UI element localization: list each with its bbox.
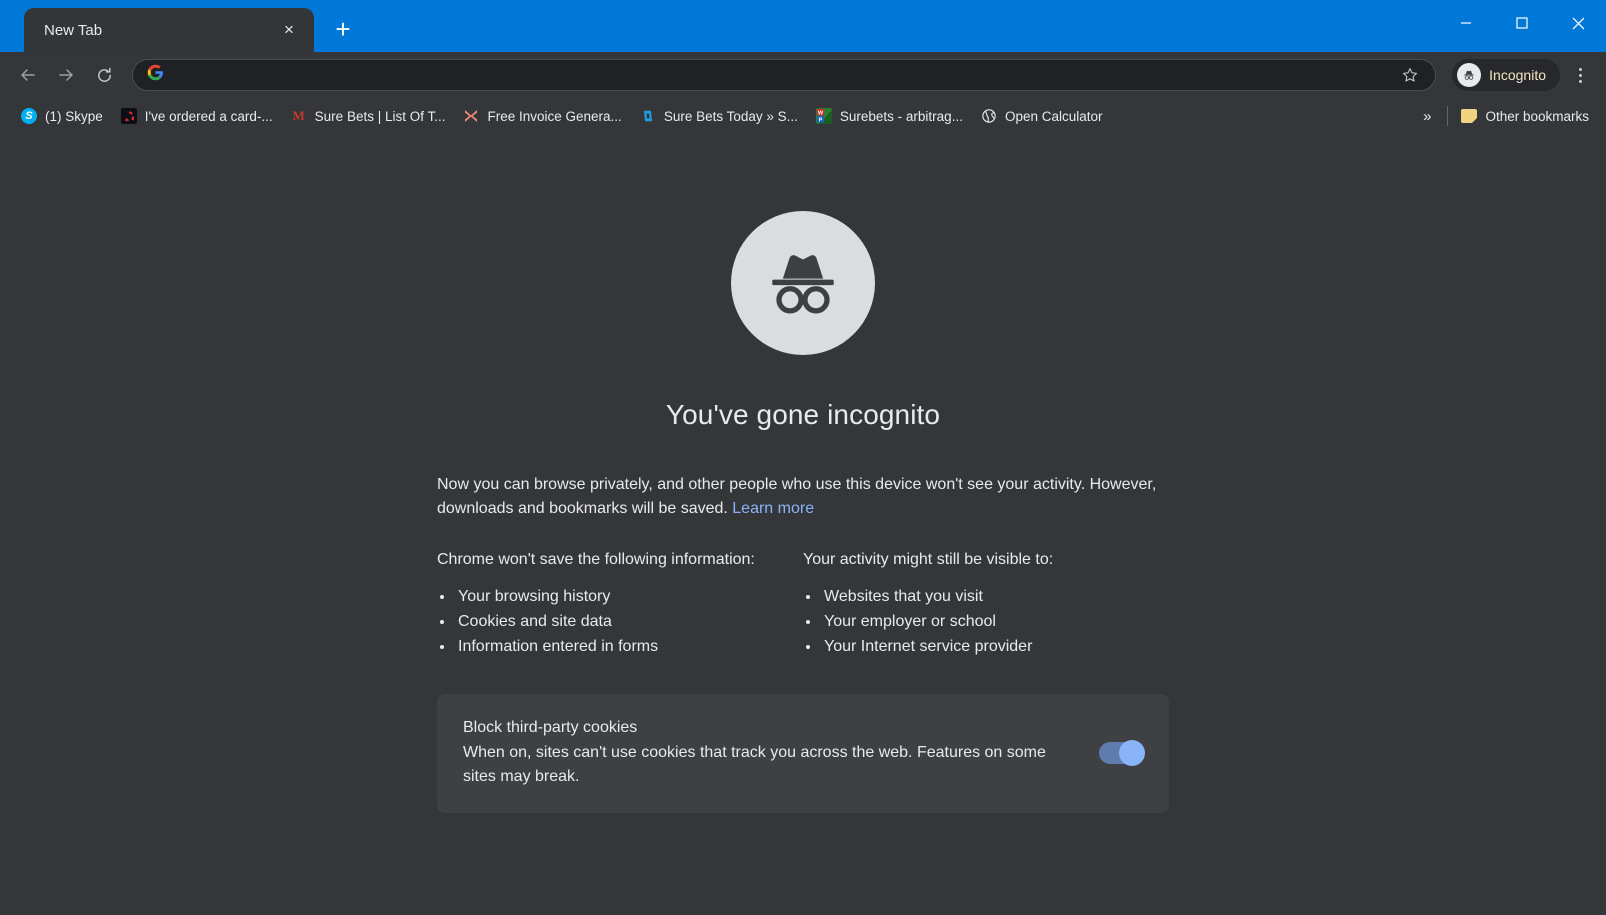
new-tab-button[interactable]: +	[324, 10, 362, 48]
intro-paragraph: Now you can browse privately, and other …	[437, 473, 1169, 521]
column-heading: Your activity might still be visible to:	[803, 551, 1054, 568]
list-item: Your Internet service provider	[803, 635, 1169, 659]
browser-toolbar: Incognito	[0, 52, 1606, 98]
close-button[interactable]	[1550, 0, 1606, 46]
toggle-knob	[1119, 739, 1145, 766]
block-third-party-cookies-toggle[interactable]	[1099, 739, 1145, 766]
cookie-card-description: When on, sites can't use cookies that tr…	[463, 744, 1046, 785]
bookmarks-overflow-icon[interactable]: »	[1411, 102, 1443, 130]
bookmarks-overflow-group: » Other bookmarks	[1411, 102, 1598, 130]
list-item: Websites that you visit	[803, 585, 1169, 609]
bookmark-item-card[interactable]: I've ordered a card-...	[112, 102, 282, 130]
intro-line-1: Now you can browse privately, and other …	[437, 476, 1086, 493]
incognito-avatar-icon	[731, 211, 875, 355]
column-heading: Chrome won't save the following informat…	[437, 551, 755, 568]
bookmark-item-open-calculator[interactable]: Open Calculator	[972, 102, 1112, 130]
bookmark-label: Sure Bets Today » S...	[663, 108, 798, 124]
bookmark-item-surebets-arbitrage[interactable]: W P Surebets - arbitrag...	[807, 102, 972, 130]
browser-menu-icon[interactable]	[1564, 59, 1596, 91]
column-still-visible: Your activity might still be visible to:…	[803, 551, 1169, 660]
minimize-button[interactable]	[1438, 0, 1494, 46]
list-item: Cookies and site data	[437, 610, 803, 634]
incognito-content: Now you can browse privately, and other …	[437, 473, 1169, 813]
blue-d-icon	[640, 108, 656, 124]
bookmarks-divider	[1447, 106, 1449, 126]
list-item: Information entered in forms	[437, 635, 803, 659]
tab-title: New Tab	[44, 21, 103, 39]
kebab-dot	[1578, 67, 1582, 71]
incognito-chip-label: Incognito	[1489, 67, 1546, 83]
incognito-new-tab-page: You've gone incognito Now you can browse…	[0, 134, 1606, 915]
list-item: Your employer or school	[803, 610, 1169, 634]
incognito-avatar-icon	[1457, 63, 1482, 87]
globe-icon	[981, 108, 997, 124]
block-third-party-cookies-card: Block third-party cookies When on, sites…	[437, 694, 1169, 813]
folder-icon	[1461, 108, 1478, 124]
wordpress-doc-icon: W P	[815, 108, 832, 124]
page-title: You've gone incognito	[665, 399, 941, 430]
bookmark-item-free-invoice-generator[interactable]: Free Invoice Genera...	[454, 102, 630, 130]
x-cross-icon	[463, 108, 479, 124]
kebab-dot	[1578, 73, 1582, 77]
m-letter-icon: M	[292, 108, 305, 123]
cookie-card-text: Block third-party cookies When on, sites…	[463, 716, 1079, 789]
bookmark-label: Free Invoice Genera...	[487, 108, 622, 124]
bookmark-label: Other bookmarks	[1485, 108, 1589, 124]
google-g-icon	[147, 64, 164, 86]
bookmark-item-other-bookmarks[interactable]: Other bookmarks	[1452, 102, 1598, 130]
reload-icon[interactable]	[86, 57, 122, 93]
back-icon[interactable]	[10, 57, 46, 93]
svg-text:P: P	[819, 117, 823, 123]
bookmark-label: Surebets - arbitrag...	[839, 108, 963, 124]
list-item: Your browsing history	[437, 585, 803, 609]
info-columns: Chrome won't save the following informat…	[437, 551, 1169, 660]
bookmark-item-sure-bets-list[interactable]: M Sure Bets | List Of T...	[282, 102, 455, 130]
cookie-card-title: Block third-party cookies	[463, 719, 638, 736]
svg-text:W: W	[818, 110, 824, 116]
window-controls	[1438, 0, 1606, 46]
kebab-dot	[1578, 79, 1582, 83]
card-icon	[120, 108, 137, 124]
incognito-profile-chip[interactable]: Incognito	[1452, 59, 1560, 91]
bookmarks-bar: S (1) Skype I've ordered a card-... M Su…	[0, 98, 1606, 134]
still-visible-list: Websites that you visit Your employer or…	[803, 585, 1169, 659]
bookmark-label: Sure Bets | List Of T...	[314, 108, 446, 124]
address-bar[interactable]	[132, 59, 1437, 91]
bookmark-star-icon[interactable]	[1397, 62, 1423, 88]
learn-more-link[interactable]: Learn more	[732, 500, 814, 517]
not-saved-list: Your browsing history Cookies and site d…	[437, 585, 803, 659]
bookmark-item-sure-bets-today[interactable]: Sure Bets Today » S...	[631, 102, 807, 130]
maximize-button[interactable]	[1494, 0, 1550, 46]
bookmark-label: Open Calculator	[1004, 108, 1103, 124]
bookmark-label: I've ordered a card-...	[144, 108, 273, 124]
bookmark-label: (1) Skype	[45, 108, 103, 124]
column-not-saved: Chrome won't save the following informat…	[437, 551, 803, 660]
title-bar: New Tab × +	[0, 0, 1606, 52]
tab-close-icon[interactable]: ×	[276, 17, 302, 43]
forward-icon[interactable]	[48, 57, 84, 93]
browser-tab-new-tab[interactable]: New Tab ×	[24, 8, 314, 52]
skype-icon: S	[21, 108, 37, 124]
bookmark-item-skype[interactable]: S (1) Skype	[12, 102, 112, 130]
